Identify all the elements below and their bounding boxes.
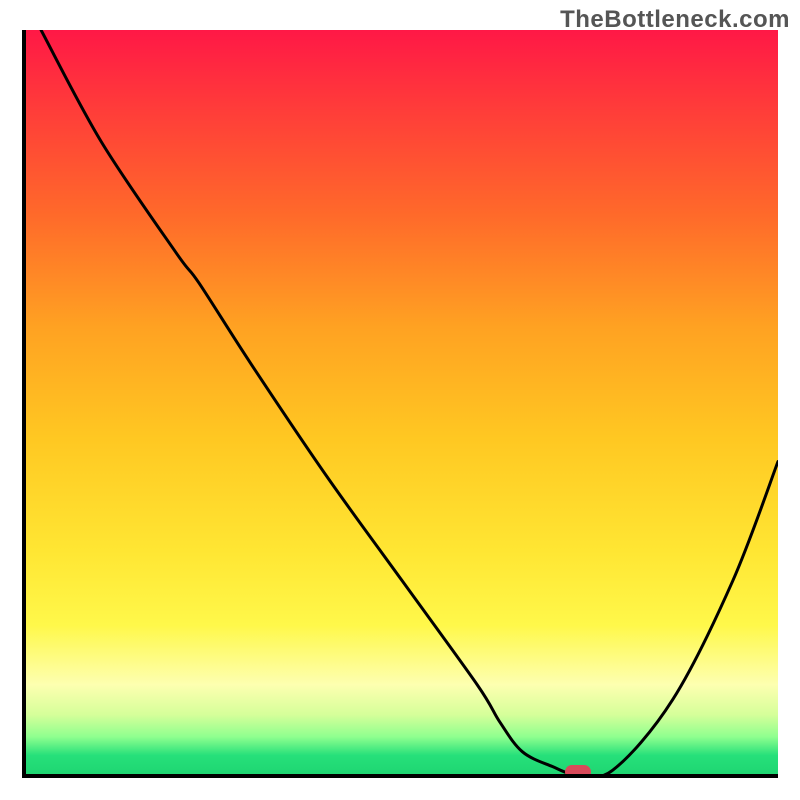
plot-area [22,30,778,778]
chart-container: TheBottleneck.com [0,0,800,800]
watermark-text: TheBottleneck.com [560,6,790,34]
optimal-marker [565,765,591,778]
gradient-background [26,30,778,774]
